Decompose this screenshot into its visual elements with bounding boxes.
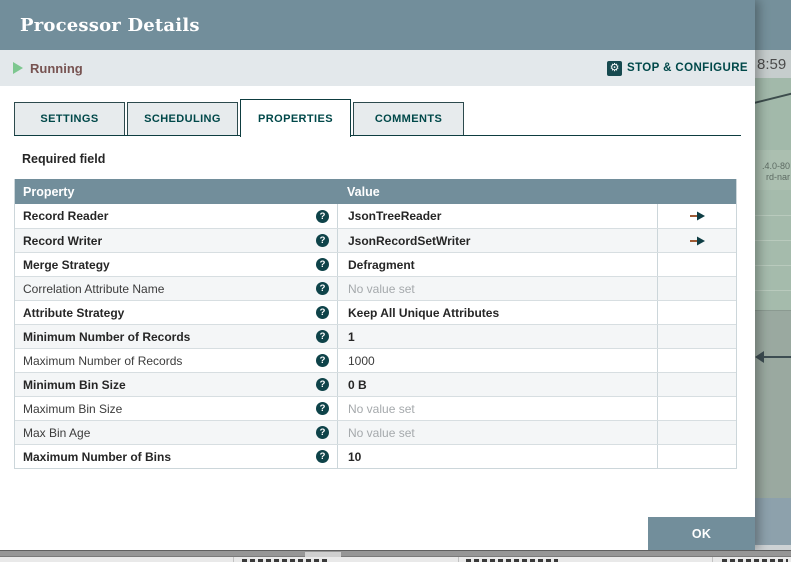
background-connection-line bbox=[762, 356, 791, 358]
property-value: JsonRecordSetWriter bbox=[348, 234, 470, 248]
property-name: Minimum Number of Records bbox=[23, 330, 190, 344]
background-component-panel bbox=[755, 310, 791, 498]
property-name: Maximum Bin Size bbox=[23, 402, 122, 416]
table-row: Minimum Bin Size? 0 B bbox=[15, 372, 736, 396]
table-row: Record Reader? JsonTreeReader bbox=[15, 204, 736, 228]
property-name: Merge Strategy bbox=[23, 258, 110, 272]
help-icon[interactable]: ? bbox=[316, 450, 329, 463]
table-row: Minimum Number of Records? 1 bbox=[15, 324, 736, 348]
required-field-note: Required field bbox=[22, 152, 755, 166]
help-icon[interactable]: ? bbox=[316, 402, 329, 415]
tab-comments[interactable]: COMMENTS bbox=[353, 102, 464, 135]
help-icon[interactable]: ? bbox=[316, 258, 329, 271]
property-name: Maximum Number of Records bbox=[23, 354, 182, 368]
property-name: Record Writer bbox=[23, 234, 102, 248]
property-value: 1 bbox=[348, 330, 355, 344]
goto-service-arrow-icon[interactable] bbox=[689, 236, 706, 246]
help-icon[interactable]: ? bbox=[316, 234, 329, 247]
bottom-bar bbox=[0, 550, 791, 562]
help-icon[interactable]: ? bbox=[316, 426, 329, 439]
property-value: Defragment bbox=[348, 258, 415, 272]
table-row: Correlation Attribute Name? No value set bbox=[15, 276, 736, 300]
property-value: 10 bbox=[348, 450, 361, 464]
background-canvas: 8:59 .4.0-80 rd-nar bbox=[755, 0, 791, 550]
property-value: No value set bbox=[348, 282, 415, 296]
background-text-fragment: rd-nar bbox=[762, 172, 790, 183]
background-connection-arrow-icon bbox=[755, 351, 764, 363]
background-process-group bbox=[755, 78, 791, 150]
table-row: Maximum Bin Size? No value set bbox=[15, 396, 736, 420]
help-icon[interactable]: ? bbox=[316, 282, 329, 295]
table-rows: Record Reader? JsonTreeReader Record Wri… bbox=[15, 204, 736, 468]
dialog-title: Processor Details bbox=[20, 15, 200, 36]
screen: Processor Details Running ⚙ STOP & CONFI… bbox=[0, 0, 791, 562]
properties-table: Property Value Record Reader? JsonTreeRe… bbox=[14, 179, 737, 469]
goto-service-arrow-icon[interactable] bbox=[689, 211, 706, 221]
property-name: Attribute Strategy bbox=[23, 306, 124, 320]
property-value: Keep All Unique Attributes bbox=[348, 306, 499, 320]
background-clock: 8:59 bbox=[755, 56, 786, 73]
tab-properties[interactable]: PROPERTIES bbox=[240, 99, 351, 137]
property-name: Correlation Attribute Name bbox=[23, 282, 164, 296]
dialog-header: Processor Details bbox=[0, 0, 755, 50]
stop-configure-gear-icon: ⚙ bbox=[607, 61, 622, 76]
run-status: Running bbox=[13, 61, 83, 76]
table-row: Max Bin Age? No value set bbox=[15, 420, 736, 444]
background-header-band bbox=[755, 0, 791, 50]
background-clock-row: 8:59 bbox=[755, 50, 791, 78]
column-header-value: Value bbox=[337, 185, 657, 199]
tab-settings[interactable]: SETTINGS bbox=[14, 102, 125, 135]
column-header-property: Property bbox=[15, 185, 337, 199]
table-row: Merge Strategy? Defragment bbox=[15, 252, 736, 276]
property-value: 0 B bbox=[348, 378, 367, 392]
clipped-status-row bbox=[0, 557, 791, 562]
tab-scheduling[interactable]: SCHEDULING bbox=[127, 102, 238, 135]
help-icon[interactable]: ? bbox=[316, 378, 329, 391]
tab-bar: SETTINGS SCHEDULING PROPERTIES COMMENTS bbox=[14, 100, 741, 136]
ok-button[interactable]: OK bbox=[648, 517, 755, 550]
dialog-status-bar: Running ⚙ STOP & CONFIGURE bbox=[0, 50, 755, 86]
background-component-band bbox=[755, 498, 791, 545]
help-icon[interactable]: ? bbox=[316, 330, 329, 343]
property-name: Maximum Number of Bins bbox=[23, 450, 171, 464]
table-row: Maximum Number of Bins? 10 bbox=[15, 444, 736, 468]
horizontal-scrollbar[interactable] bbox=[0, 550, 791, 557]
property-value: JsonTreeReader bbox=[348, 209, 441, 223]
help-icon[interactable]: ? bbox=[316, 210, 329, 223]
run-status-label: Running bbox=[30, 61, 83, 76]
property-value: No value set bbox=[348, 402, 415, 416]
property-value: No value set bbox=[348, 426, 415, 440]
help-icon[interactable]: ? bbox=[316, 306, 329, 319]
background-process-group bbox=[755, 190, 791, 310]
processor-details-dialog: Processor Details Running ⚙ STOP & CONFI… bbox=[0, 0, 755, 550]
play-icon bbox=[13, 62, 23, 74]
table-row: Record Writer? JsonRecordSetWriter bbox=[15, 228, 736, 252]
table-row: Attribute Strategy? Keep All Unique Attr… bbox=[15, 300, 736, 324]
stop-configure-label: STOP & CONFIGURE bbox=[627, 62, 748, 74]
background-process-group: .4.0-80 rd-nar bbox=[755, 150, 791, 190]
table-header: Property Value bbox=[15, 179, 736, 204]
table-row: Maximum Number of Records? 1000 bbox=[15, 348, 736, 372]
property-name: Max Bin Age bbox=[23, 426, 90, 440]
help-icon[interactable]: ? bbox=[316, 354, 329, 367]
stop-and-configure-button[interactable]: ⚙ STOP & CONFIGURE bbox=[607, 61, 748, 76]
property-value: 1000 bbox=[348, 354, 375, 368]
property-name: Minimum Bin Size bbox=[23, 378, 126, 392]
property-name: Record Reader bbox=[23, 209, 108, 223]
background-text-fragment: .4.0-80 bbox=[762, 161, 790, 172]
